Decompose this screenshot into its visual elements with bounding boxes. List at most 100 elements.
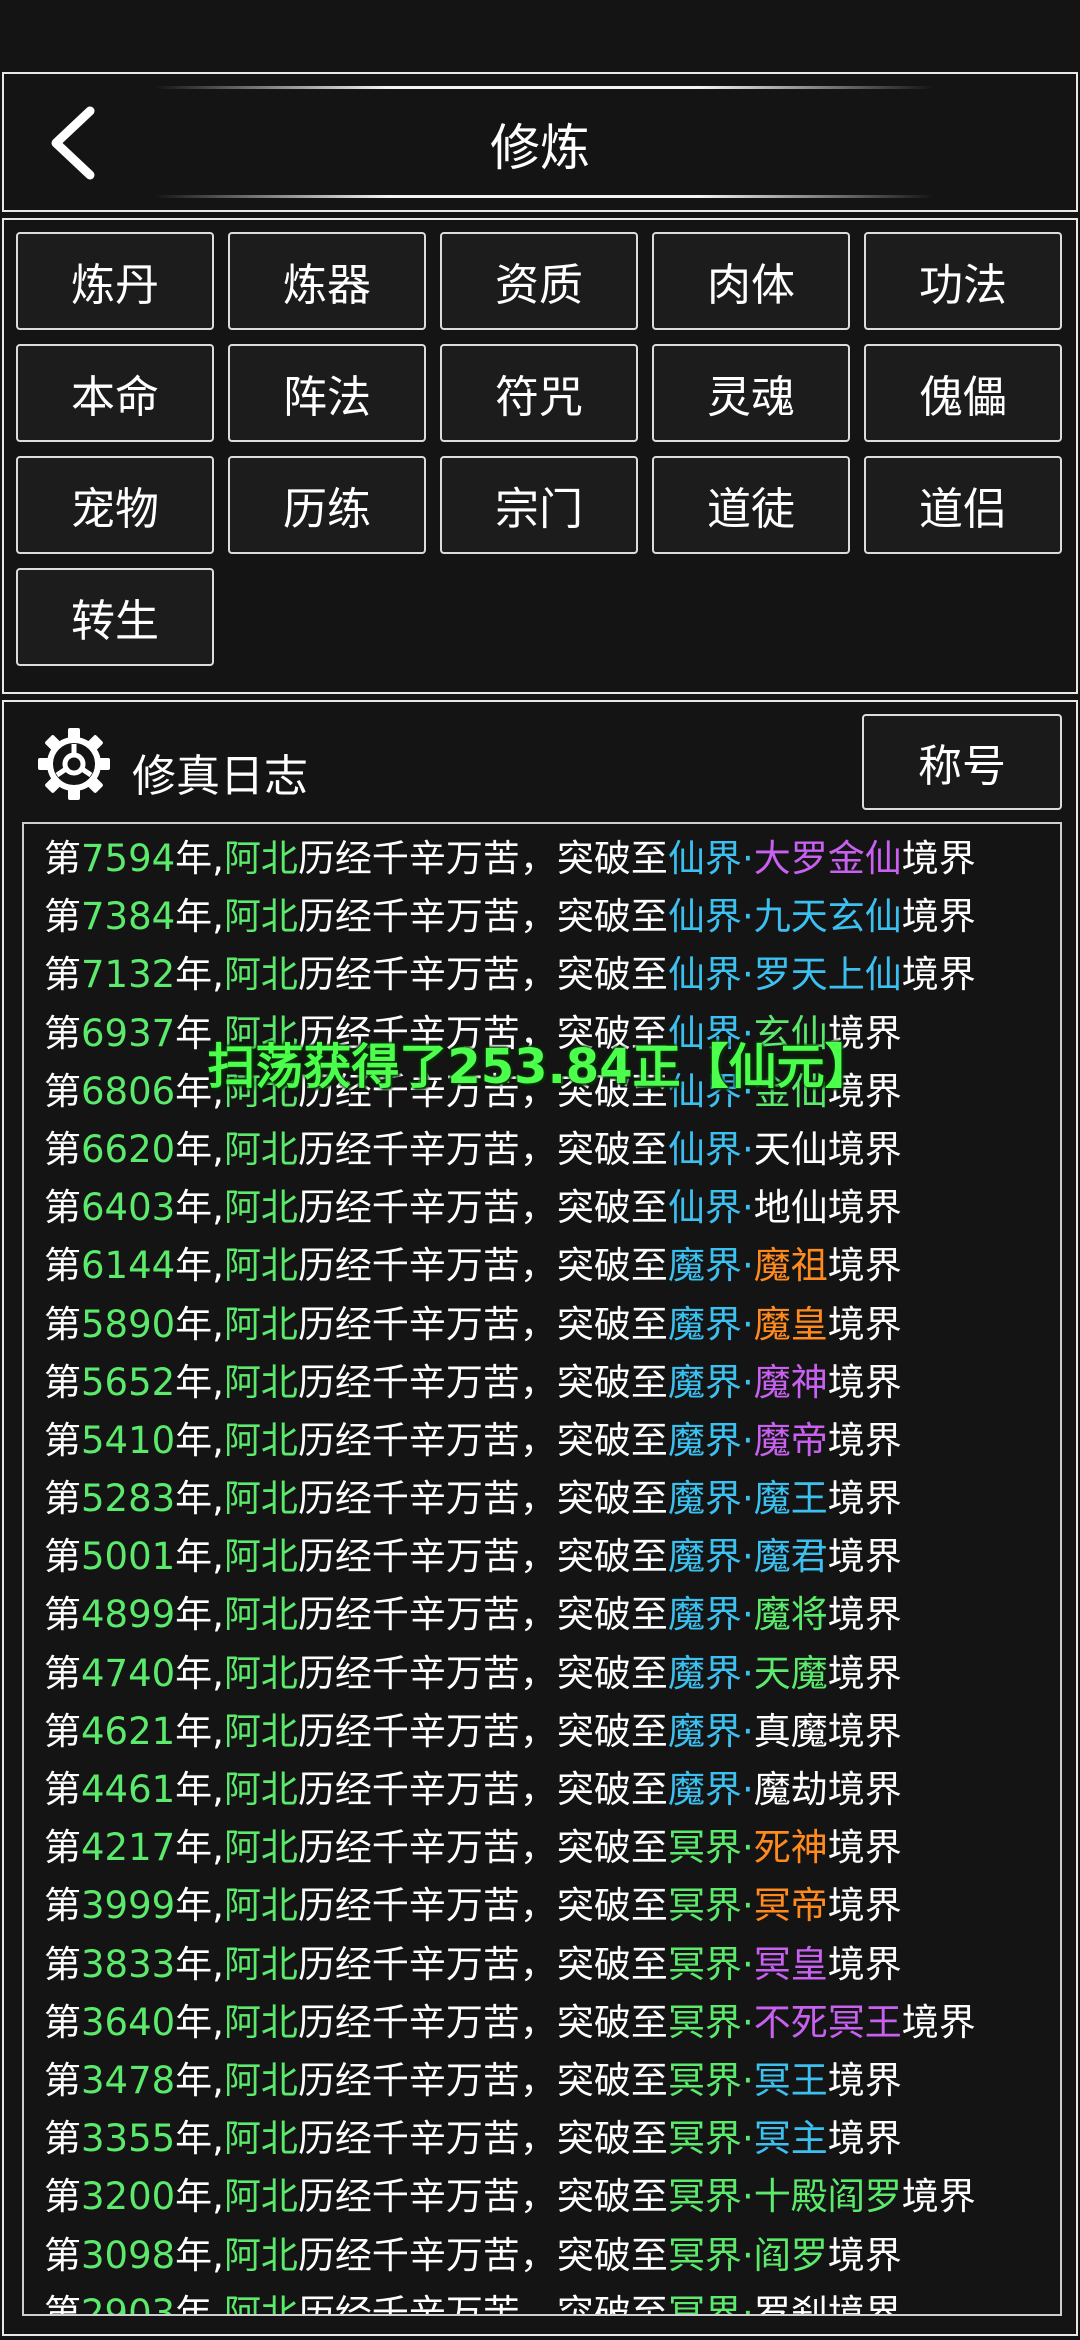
menu-technique-button[interactable]: 功法 [864,232,1062,330]
log-action: 历经千辛万苦，突破至 [297,1418,668,1462]
log-year-suffix: 年, [175,2117,224,2161]
log-separator: · [741,1186,754,1230]
log-stage: 死神 [753,1826,828,1870]
log-entry: 第3999年,阿北历经千辛万苦，突破至冥界·冥帝境界 [44,1877,1060,1935]
log-stage: 魔神 [753,1360,828,1404]
menu-aptitude-button[interactable]: 资质 [440,232,638,330]
menu-forging-button[interactable]: 炼器 [228,232,426,330]
log-year: 4621 [81,1709,176,1753]
log-action: 历经千辛万苦，突破至 [297,1477,668,1521]
log-realm: 魔界 [667,1593,742,1637]
menu-disciple-button[interactable]: 道徒 [652,456,850,554]
log-year: 3200 [81,2175,176,2219]
log-suffix: 境界 [901,895,976,939]
status-bar [0,0,1080,72]
log-year-suffix: 年, [175,1593,224,1637]
log-suffix: 境界 [827,1011,902,1055]
log-entry: 第4217年,阿北历经千辛万苦，突破至冥界·死神境界 [44,1819,1060,1877]
log-separator: · [741,1709,754,1753]
title-button[interactable]: 称号 [862,714,1062,810]
log-realm: 冥界 [667,2291,742,2316]
log-stage: 魔君 [753,1535,828,1579]
log-year-suffix: 年, [175,1186,224,1230]
log-separator: · [741,2000,754,2044]
header-bar: 修炼 [2,72,1078,212]
log-entry: 第4899年,阿北历经千辛万苦，突破至魔界·魔将境界 [44,1586,1060,1644]
log-year: 7384 [81,895,176,939]
log-action: 历经千辛万苦，突破至 [297,1593,668,1637]
log-prefix: 第 [44,2175,81,2219]
log-stage: 天魔 [753,1651,828,1695]
menu-alchemy-button[interactable]: 炼丹 [16,232,214,330]
log-character-name: 阿北 [223,1011,298,1055]
log-prefix: 第 [44,1768,81,1811]
log-separator: · [741,1244,754,1288]
log-realm: 仙界 [667,1011,742,1055]
log-year-suffix: 年, [175,1011,224,1055]
log-realm: 冥界 [667,2058,742,2102]
log-prefix: 第 [44,1011,81,1055]
log-year-suffix: 年, [175,1360,224,1404]
log-list-box[interactable]: 第7594年,阿北历经千辛万苦，突破至仙界·大罗金仙境界 第7384年,阿北历经千… [22,822,1062,2316]
log-realm: 魔界 [667,1244,742,1288]
log-entry: 第5410年,阿北历经千辛万苦，突破至魔界·魔帝境界 [44,1412,1060,1470]
log-stage: 十殿阎罗 [753,2175,902,2219]
menu-body-button[interactable]: 肉体 [652,232,850,330]
menu-puppet-button[interactable]: 傀儡 [864,344,1062,442]
log-entry: 第6403年,阿北历经千辛万苦，突破至仙界·地仙境界 [44,1179,1060,1237]
log-action: 历经千辛万苦，突破至 [297,1942,668,1986]
log-separator: · [741,1651,754,1695]
log-character-name: 阿北 [223,1535,298,1579]
menu-pet-button[interactable]: 宠物 [16,456,214,554]
menu-formation-button[interactable]: 阵法 [228,344,426,442]
log-prefix: 第 [44,1535,81,1579]
log-action: 历经千辛万苦，突破至 [297,1069,668,1113]
log-year: 2903 [81,2291,176,2316]
log-entry: 第4621年,阿北历经千辛万苦，突破至魔界·真魔境界 [44,1703,1060,1761]
menu-training-button[interactable]: 历练 [228,456,426,554]
log-year-suffix: 年, [175,2233,224,2277]
menu-natal-button[interactable]: 本命 [16,344,214,442]
log-year: 6937 [81,1011,176,1055]
log-year-suffix: 年, [175,1244,224,1288]
log-action: 历经千辛万苦，突破至 [297,2233,668,2277]
header-divider-bottom [154,195,934,198]
log-year: 6403 [81,1186,176,1230]
log-character-name: 阿北 [223,2117,298,2161]
log-separator: · [741,895,754,939]
log-list: 第7594年,阿北历经千辛万苦，突破至仙界·大罗金仙境界 第7384年,阿北历经千… [44,830,1060,2316]
log-prefix: 第 [44,2117,81,2161]
log-realm: 冥界 [667,1826,742,1870]
log-separator: · [741,1069,754,1113]
log-entry: 第6144年,阿北历经千辛万苦，突破至魔界·魔祖境界 [44,1237,1060,1295]
menu-sect-button[interactable]: 宗门 [440,456,638,554]
log-year: 7594 [81,837,176,880]
log-realm: 魔界 [667,1360,742,1404]
log-action: 历经千辛万苦，突破至 [297,953,668,997]
menu-soul-button[interactable]: 灵魂 [652,344,850,442]
log-realm: 仙界 [667,1127,742,1171]
log-entry: 第6620年,阿北历经千辛万苦，突破至仙界·天仙境界 [44,1121,1060,1179]
log-suffix: 境界 [827,1709,902,1753]
log-action: 历经千辛万苦，突破至 [297,1302,668,1346]
menu-partner-button[interactable]: 道侣 [864,456,1062,554]
log-year-suffix: 年, [175,2291,224,2316]
cultivation-log-panel: 修真日志 称号 第7594年,阿北历经千辛万苦，突破至仙界·大罗金仙境界 第738… [2,700,1078,2336]
log-prefix: 第 [44,1593,81,1637]
log-year-suffix: 年, [175,2175,224,2219]
log-suffix: 境界 [827,1186,902,1230]
log-suffix: 境界 [901,837,976,880]
log-action: 历经千辛万苦，突破至 [297,1768,668,1811]
log-entry: 第7384年,阿北历经千辛万苦，突破至仙界·九天玄仙境界 [44,888,1060,946]
log-suffix: 境界 [901,2175,976,2219]
log-prefix: 第 [44,837,81,880]
log-realm: 冥界 [667,1942,742,1986]
log-year: 6620 [81,1127,176,1171]
log-suffix: 境界 [827,2058,902,2102]
menu-talisman-button[interactable]: 符咒 [440,344,638,442]
log-separator: · [741,1360,754,1404]
log-prefix: 第 [44,2233,81,2277]
log-action: 历经千辛万苦，突破至 [297,837,668,880]
log-action: 历经千辛万苦，突破至 [297,2291,668,2316]
menu-rebirth-button[interactable]: 转生 [16,568,214,666]
